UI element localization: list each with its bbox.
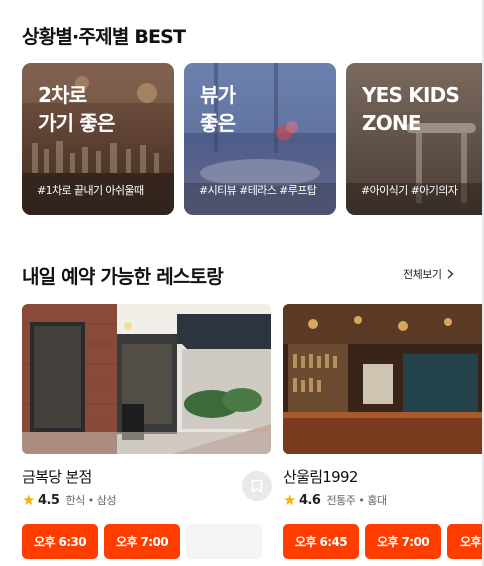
restaurant-name[interactable]: 금복당 본점 bbox=[22, 466, 92, 487]
best-section-title: 상황별·주제별 BEST bbox=[22, 26, 186, 48]
restaurant-photo[interactable] bbox=[283, 304, 484, 454]
time-slot-button[interactable]: 오후 7:00 bbox=[365, 524, 441, 559]
time-slot-button[interactable]: 오후 bbox=[447, 524, 484, 559]
restaurant-rating: 4.5 bbox=[37, 492, 60, 508]
star-icon: ★ bbox=[22, 491, 35, 509]
bar-interior-photo bbox=[283, 304, 484, 454]
restaurant-photo[interactable] bbox=[22, 304, 271, 454]
restaurant-meta: ★ 4.5 한식 • 삼성 bbox=[22, 491, 116, 509]
theme-card-title: 2차로 가기 좋은 bbox=[38, 83, 115, 135]
theme-card-tags: #아이식기 #아기의자 bbox=[361, 184, 458, 197]
theme-card-tags: #시티뷰 #테라스 #루프탑 bbox=[199, 184, 317, 197]
bookmark-button[interactable] bbox=[242, 471, 272, 501]
restaurant-category: 한식 • 삼성 bbox=[65, 494, 116, 507]
restaurant-category: 전통주 • 홍대 bbox=[326, 494, 387, 507]
restaurant-meta: ★ 4.6 전통주 • 홍대 bbox=[283, 491, 387, 509]
theme-card-view[interactable]: 뷰가 좋은 #시티뷰 #테라스 #루프탑 bbox=[184, 63, 336, 215]
chevron-right-icon bbox=[448, 269, 455, 279]
theme-card-title: YES KIDS ZONE bbox=[362, 83, 460, 135]
theme-card-carousel[interactable]: 2차로 가기 좋은 #1차로 끝내기 아쉬울때 뷰가 좋은 #시티뷰 #테라스 … bbox=[22, 63, 484, 216]
restaurant-name[interactable]: 산울림1992 bbox=[283, 466, 358, 487]
time-slot-placeholder bbox=[186, 524, 262, 559]
storefront-photo bbox=[22, 304, 271, 454]
theme-card-tags: #1차로 끝내기 아쉬울때 bbox=[37, 184, 144, 197]
time-slot-button[interactable]: 오후 7:00 bbox=[104, 524, 180, 559]
see-all-link[interactable]: 전체보기 bbox=[403, 266, 455, 282]
theme-card-kids-zone[interactable]: YES KIDS ZONE #아이식기 #아기의자 bbox=[346, 63, 484, 215]
time-slot-button[interactable]: 오후 6:30 bbox=[22, 524, 98, 559]
time-slot-button[interactable]: 오후 6:45 bbox=[283, 524, 359, 559]
tomorrow-section-title: 내일 예약 가능한 레스토랑 bbox=[22, 266, 224, 288]
restaurant-rating: 4.6 bbox=[298, 492, 321, 508]
theme-card-second-round[interactable]: 2차로 가기 좋은 #1차로 끝내기 아쉬울때 bbox=[22, 63, 174, 215]
see-all-label: 전체보기 bbox=[403, 268, 442, 281]
theme-card-title: 뷰가 좋은 bbox=[200, 83, 236, 135]
star-icon: ★ bbox=[283, 491, 296, 509]
bookmark-icon bbox=[251, 479, 263, 493]
